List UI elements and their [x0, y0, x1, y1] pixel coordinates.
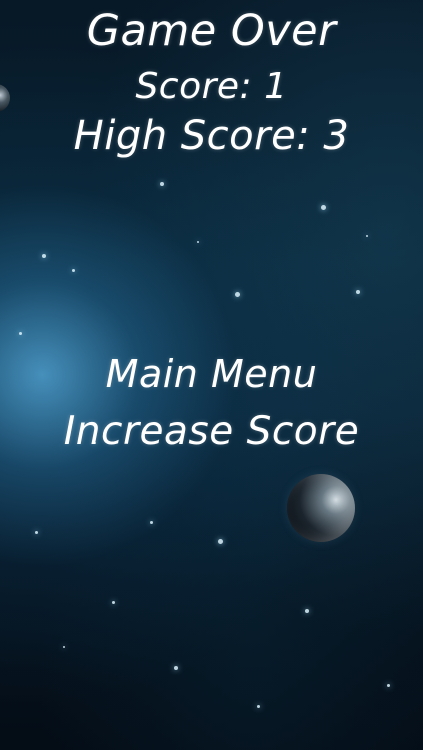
game-over-title: Game Over	[86, 6, 337, 56]
score-text: Score: 1	[135, 66, 288, 107]
increase-score-button[interactable]: Increase Score	[0, 409, 423, 455]
game-over-content: Game Over Score: 1 High Score: 3 Main Me…	[0, 0, 423, 750]
high-score-text: High Score: 3	[73, 113, 350, 159]
main-menu-button[interactable]: Main Menu	[0, 351, 423, 397]
game-over-screen: Game Over Score: 1 High Score: 3 Main Me…	[0, 0, 423, 750]
